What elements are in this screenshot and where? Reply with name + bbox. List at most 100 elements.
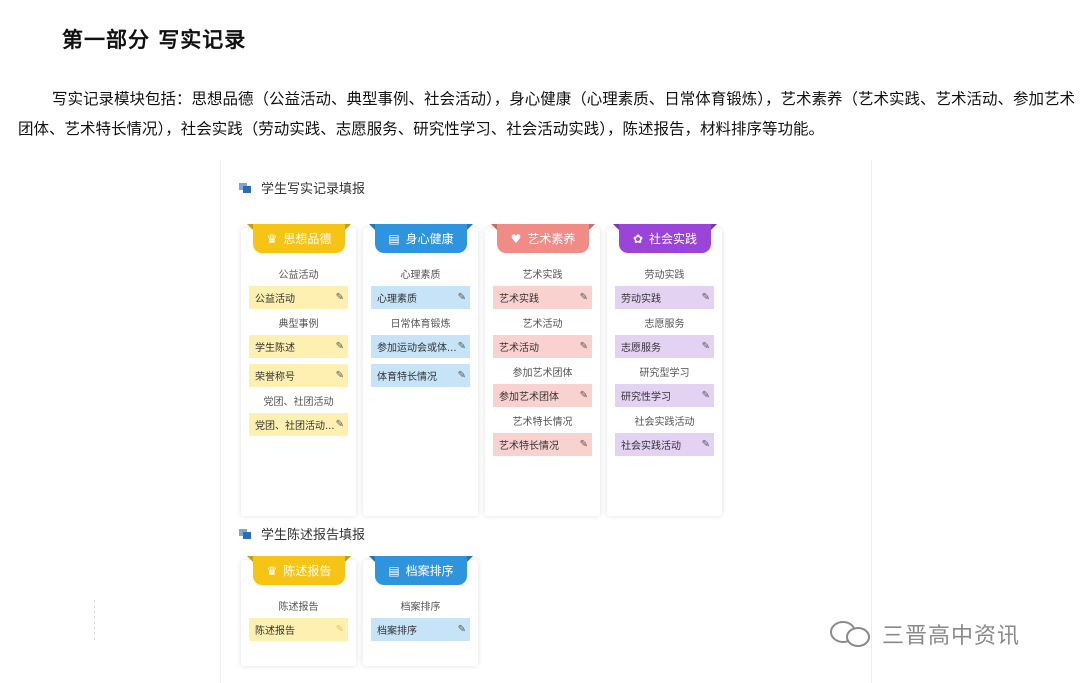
record-item[interactable]: 学生陈述 ✎ — [249, 335, 348, 358]
card-tab-arts[interactable]: ♥ 艺术素养 — [497, 224, 589, 253]
record-item-label: 学生陈述 — [255, 343, 295, 354]
group-label: 艺术特长情况 — [512, 417, 573, 428]
record-item[interactable]: 陈述报告 ✎ — [249, 618, 348, 641]
heart-icon: ♥ — [510, 231, 522, 246]
group-label: 档案排序 — [400, 602, 441, 613]
palette-icon: ✿ — [632, 231, 644, 246]
record-item[interactable]: 劳动实践 ✎ — [615, 286, 714, 309]
card-tab-morality[interactable]: ♛ 思想品德 — [253, 224, 345, 253]
group-label: 参加艺术团体 — [512, 368, 573, 379]
record-item-label: 艺术活动 — [499, 343, 539, 354]
record-item-label: 研究性学习 — [621, 392, 671, 403]
record-item[interactable]: 艺术特长情况 ✎ — [493, 433, 592, 456]
edit-icon[interactable]: ✎ — [580, 439, 588, 450]
document-icon: ▤ — [388, 231, 400, 246]
edit-icon[interactable]: ✎ — [580, 292, 588, 303]
record-item-label: 社会实践活动 — [621, 441, 681, 452]
watermark: 三晋高中资讯 — [830, 618, 1020, 650]
record-item[interactable]: 志愿服务 ✎ — [615, 335, 714, 358]
intro-paragraph: 写实记录模块包括：思想品德（公益活动、典型事例、社会活动），身心健康（心理素质、… — [18, 90, 1076, 138]
card-title: 思想品德 — [283, 232, 332, 246]
screenshot-panel: 学生写实记录填报 ♛ 思想品德 公益活动 公益活动 ✎ 典型事例 学生陈述 ✎ 荣誉… — [220, 160, 872, 683]
group-label: 日常体育锻炼 — [390, 319, 451, 330]
record-item[interactable]: 社会实践活动 ✎ — [615, 433, 714, 456]
edit-icon[interactable]: ✎ — [702, 341, 710, 352]
edit-icon[interactable]: ✎ — [702, 292, 710, 303]
record-item[interactable]: 艺术活动 ✎ — [493, 335, 592, 358]
card-title: 身心健康 — [405, 232, 454, 246]
group-label: 陈述报告 — [278, 602, 319, 613]
record-item-label: 陈述报告 — [255, 626, 295, 637]
crown-icon: ♛ — [266, 231, 278, 246]
record-item-label: 艺术特长情况 — [499, 441, 559, 452]
group-label: 心理素质 — [400, 270, 441, 281]
edit-icon[interactable]: ✎ — [336, 370, 344, 381]
group-label: 典型事例 — [278, 319, 319, 330]
group-label: 艺术实践 — [522, 270, 563, 281]
record-item[interactable]: 艺术实践 ✎ — [493, 286, 592, 309]
card-arts: ♥ 艺术素养 艺术实践 艺术实践 ✎ 艺术活动 艺术活动 ✎ 参加艺术团体 参加艺术… — [485, 224, 600, 516]
edit-icon[interactable]: ✎ — [458, 624, 466, 635]
card-morality: ♛ 思想品德 公益活动 公益活动 ✎ 典型事例 学生陈述 ✎ 荣誉称号 ✎ 党团、社团… — [241, 224, 356, 516]
card-social-practice: ✿ 社会实践 劳动实践 劳动实践 ✎ 志愿服务 志愿服务 ✎ 研究型学习 研究性学习… — [607, 224, 722, 516]
report-panel-header: 学生陈述报告填报 — [239, 524, 365, 543]
edit-icon[interactable]: ✎ — [336, 624, 344, 635]
margin-mark — [94, 600, 95, 640]
edit-icon[interactable]: ✎ — [336, 292, 344, 303]
crown-icon: ♛ — [266, 563, 278, 578]
section-square-icon — [239, 528, 251, 539]
group-label: 社会实践活动 — [634, 417, 695, 428]
record-item-label: 心理素质 — [377, 294, 417, 305]
record-item[interactable]: 研究性学习 ✎ — [615, 384, 714, 407]
record-item-label: 劳动实践 — [621, 294, 661, 305]
report-panel-title: 学生陈述报告填报 — [261, 528, 366, 543]
group-label: 党团、社团活动 — [263, 397, 334, 408]
group-label: 劳动实践 — [644, 270, 685, 281]
record-item-label: 公益活动 — [255, 294, 295, 305]
record-item-label: 档案排序 — [377, 626, 417, 637]
edit-icon[interactable]: ✎ — [702, 439, 710, 450]
record-item[interactable]: 体育特长情况 ✎ — [371, 364, 470, 387]
group-label: 志愿服务 — [644, 319, 685, 330]
card-statement-report: ♛ 陈述报告 陈述报告 陈述报告 ✎ — [241, 556, 356, 666]
card-title: 档案排序 — [405, 564, 454, 578]
card-tab-statement-report[interactable]: ♛ 陈述报告 — [253, 556, 345, 585]
edit-icon[interactable]: ✎ — [336, 341, 344, 352]
card-title: 陈述报告 — [283, 564, 332, 578]
record-item-label: 志愿服务 — [621, 343, 661, 354]
card-tab-social-practice[interactable]: ✿ 社会实践 — [619, 224, 711, 253]
edit-icon[interactable]: ✎ — [458, 341, 466, 352]
group-label: 艺术活动 — [522, 319, 563, 330]
group-label: 研究型学习 — [639, 368, 690, 379]
section-title: 第一部分 写实记录 — [62, 27, 247, 52]
edit-icon[interactable]: ✎ — [458, 292, 466, 303]
record-item[interactable]: 党团、社团活动... ✎ — [249, 413, 348, 436]
card-title: 艺术素养 — [527, 232, 576, 246]
card-health: ▤ 身心健康 心理素质 心理素质 ✎ 日常体育锻炼 参加运动会或体... ✎ 体育特… — [363, 224, 478, 516]
record-item-label: 荣誉称号 — [255, 372, 295, 383]
record-item[interactable]: 心理素质 ✎ — [371, 286, 470, 309]
group-label: 公益活动 — [278, 270, 319, 281]
card-tab-health[interactable]: ▤ 身心健康 — [375, 224, 467, 253]
record-panel-title: 学生写实记录填报 — [261, 182, 366, 197]
record-item-label: 参加运动会或体... — [377, 343, 457, 354]
edit-icon[interactable]: ✎ — [580, 341, 588, 352]
record-item[interactable]: 荣誉称号 ✎ — [249, 364, 348, 387]
card-archive-sort: ▤ 档案排序 档案排序 档案排序 ✎ — [363, 556, 478, 666]
record-panel-header: 学生写实记录填报 — [239, 178, 365, 197]
edit-icon[interactable]: ✎ — [458, 370, 466, 381]
record-item[interactable]: 参加艺术团体 ✎ — [493, 384, 592, 407]
card-tab-archive-sort[interactable]: ▤ 档案排序 — [375, 556, 467, 585]
watermark-text: 三晋高中资讯 — [882, 624, 1021, 649]
record-item[interactable]: 参加运动会或体... ✎ — [371, 335, 470, 358]
edit-icon[interactable]: ✎ — [336, 419, 344, 430]
edit-icon[interactable]: ✎ — [702, 390, 710, 401]
record-item[interactable]: 档案排序 ✎ — [371, 618, 470, 641]
section-square-icon — [239, 182, 251, 193]
wechat-icon — [830, 619, 874, 649]
record-item-label: 艺术实践 — [499, 294, 539, 305]
record-item-label: 参加艺术团体 — [499, 392, 559, 403]
record-item-label: 体育特长情况 — [377, 372, 437, 383]
record-item[interactable]: 公益活动 ✎ — [249, 286, 348, 309]
edit-icon[interactable]: ✎ — [580, 390, 588, 401]
